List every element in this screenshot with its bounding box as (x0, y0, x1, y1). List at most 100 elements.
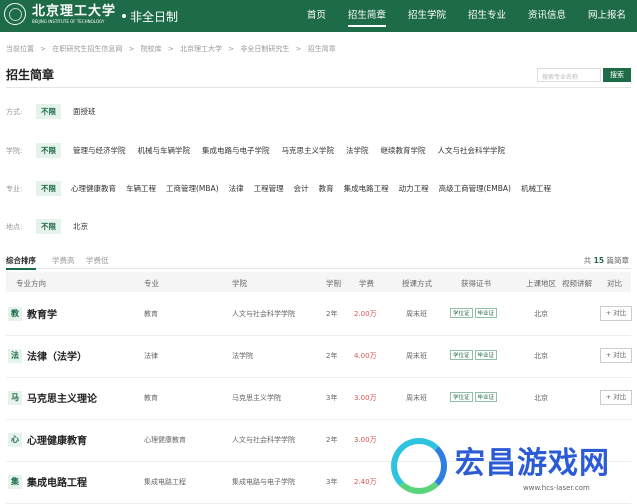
column-header-compare: 对比 (607, 279, 622, 288)
degree-cert-tag: 学位证 (450, 308, 473, 318)
compare-button[interactable]: + 对比 (600, 306, 632, 321)
major-initial-badge: 教 (8, 307, 22, 321)
sort-fee-high[interactable]: 学费高 (52, 255, 75, 266)
years-cell: 2年 (326, 310, 338, 318)
certificate-cell: 学位证 毕业证 (450, 392, 499, 402)
filter-label: 学院: (6, 146, 23, 155)
breadcrumb-link-university[interactable]: 北京理工大学 (180, 45, 222, 53)
mode-cell: 周末班 (406, 310, 427, 318)
nav-brochure[interactable]: 招生简章 (337, 0, 397, 32)
filter-option[interactable]: 法律 (229, 183, 244, 194)
filter-option-selected[interactable]: 不限 (36, 143, 61, 158)
column-header-mode: 授课方式 (402, 279, 432, 288)
title-row: 招生简章 搜索专业名称 搜索 (6, 66, 631, 88)
compare-button[interactable]: + 对比 (600, 390, 632, 405)
filter-option[interactable]: 马克思主义学院 (282, 145, 335, 156)
filter-option[interactable]: 法学院 (346, 145, 369, 156)
major-cell: 心理健康教育 (144, 436, 186, 444)
logo-name-cn: 北京理工大学 (32, 3, 117, 19)
sort-fee-low[interactable]: 学费低 (86, 255, 109, 266)
filter-option[interactable]: 集成电路与电子学院 (202, 145, 270, 156)
result-count-number: 15 (593, 256, 605, 265)
fee-cell: 3.00万 (354, 394, 377, 402)
graduation-cert-tag: 毕业证 (474, 350, 498, 360)
filter-option[interactable]: 动力工程 (399, 183, 429, 194)
filter-option[interactable]: 面授班 (73, 106, 96, 117)
swirl-logo-icon (391, 438, 447, 494)
filter-option-selected[interactable]: 不限 (36, 181, 61, 196)
column-header-location: 上课地区 (526, 279, 556, 288)
breadcrumb-link-site[interactable]: 在职研究生招生信息网 (52, 45, 122, 53)
major-direction-name[interactable]: 心理健康教育 (27, 432, 87, 447)
degree-cert-tag: 学位证 (450, 350, 473, 360)
filter-option-selected[interactable]: 不限 (36, 104, 61, 119)
graduation-cert-tag: 毕业证 (474, 308, 498, 318)
table-row[interactable]: 马 马克思主义理论 教育 马克思主义学院 3年 3.00万 周末班 学位证 毕业证… (6, 378, 632, 420)
fee-cell: 2.40万 (354, 478, 377, 486)
years-cell: 2年 (326, 436, 338, 444)
search-input[interactable]: 搜索专业名称 (537, 68, 601, 82)
column-header-fee: 学费 (359, 279, 374, 288)
fee-cell: 2.00万 (354, 310, 377, 318)
major-initial-badge: 马 (8, 391, 22, 405)
filter-label: 专业: (6, 184, 23, 193)
breadcrumb-separator: > (228, 45, 235, 53)
filter-option-selected[interactable]: 不限 (36, 219, 61, 234)
table-row[interactable]: 教 教育学 教育 人文与社会科学学院 2年 2.00万 周末班 学位证 毕业证 北… (6, 294, 632, 336)
nav-colleges[interactable]: 招生学院 (397, 0, 457, 32)
filter-option[interactable]: 机械与车辆学院 (138, 145, 191, 156)
sort-bar: 综合排序 学费高 学费低 共 15 篇简章 (6, 253, 631, 270)
location-cell: 北京 (534, 394, 548, 402)
filter-option[interactable]: 机械工程 (521, 183, 551, 194)
college-cell: 集成电路与电子学院 (232, 478, 295, 486)
column-header-major: 专业 (144, 279, 159, 288)
column-header-direction: 专业方向 (16, 279, 46, 288)
breadcrumb-link-schools[interactable]: 院校库 (141, 45, 162, 53)
compare-button[interactable]: + 对比 (600, 348, 632, 363)
table-row[interactable]: 法 法律（法学） 法律 法学院 2年 4.00万 周末班 学位证 毕业证 北京 +… (6, 336, 632, 378)
major-direction-name[interactable]: 教育学 (27, 306, 57, 321)
filter-college: 学院: 不限 管理与经济学院 机械与车辆学院 集成电路与电子学院 马克思主义学院… (6, 143, 631, 158)
breadcrumb-current: 招生简章 (307, 45, 336, 53)
search-button[interactable]: 搜索 (603, 68, 631, 82)
logo-name-en: BEIJING INSTITUTE OF TECHNOLOGY (32, 18, 105, 24)
filter-option[interactable]: 会计 (294, 183, 309, 194)
breadcrumb-link-parttime[interactable]: 非全日制研究生 (240, 45, 289, 53)
filter-option[interactable]: 工商管理(MBA) (166, 183, 219, 194)
nav-majors[interactable]: 招生专业 (457, 0, 517, 32)
filter-option[interactable]: 教育 (319, 183, 334, 194)
filter-label: 方式: (6, 107, 23, 116)
sort-default[interactable]: 综合排序 (6, 255, 36, 270)
major-initial-badge: 集 (8, 475, 22, 489)
filter-option[interactable]: 集成电路工程 (344, 183, 389, 194)
site-header: 北京理工大学 BEIJING INSTITUTE OF TECHNOLOGY 非… (0, 0, 637, 32)
site-logo[interactable]: 北京理工大学 BEIJING INSTITUTE OF TECHNOLOGY (4, 3, 116, 25)
filter-option[interactable]: 心理健康教育 (71, 183, 116, 194)
filter-location: 地点: 不限 北京 (6, 219, 631, 234)
filter-mode: 方式: 不限 面授班 (6, 104, 631, 119)
filter-option[interactable]: 北京 (73, 221, 88, 232)
mode-cell: 周末班 (406, 352, 427, 360)
filter-option[interactable]: 人文与社会科学学院 (438, 145, 506, 156)
fee-cell: 3.00万 (354, 436, 377, 444)
nav-news[interactable]: 资讯信息 (517, 0, 577, 32)
college-cell: 法学院 (232, 352, 253, 360)
filter-option[interactable]: 车辆工程 (126, 183, 156, 194)
filter-option[interactable]: 高级工商管理(EMBA) (439, 183, 511, 194)
nav-home[interactable]: 首页 (296, 0, 337, 32)
major-cell: 法律 (144, 352, 158, 360)
filter-major: 专业: 不限 心理健康教育 车辆工程 工商管理(MBA) 法律 工程管理 会计 … (6, 181, 631, 196)
graduation-cert-tag: 毕业证 (474, 392, 498, 402)
filter-option[interactable]: 工程管理 (254, 183, 284, 194)
college-cell: 马克思主义学院 (232, 394, 281, 402)
filter-option[interactable]: 继续教育学院 (381, 145, 426, 156)
result-count: 共 15 篇简章 (583, 256, 629, 265)
major-direction-name[interactable]: 法律（法学） (27, 348, 87, 363)
major-cell: 教育 (144, 394, 158, 402)
major-direction-name[interactable]: 集成电路工程 (27, 474, 87, 489)
nav-apply[interactable]: 网上报名 (577, 0, 637, 32)
filter-option[interactable]: 管理与经济学院 (73, 145, 126, 156)
certificate-cell: 学位证 毕业证 (450, 308, 499, 318)
column-header-video: 视频讲解 (562, 279, 592, 288)
major-direction-name[interactable]: 马克思主义理论 (27, 390, 97, 405)
